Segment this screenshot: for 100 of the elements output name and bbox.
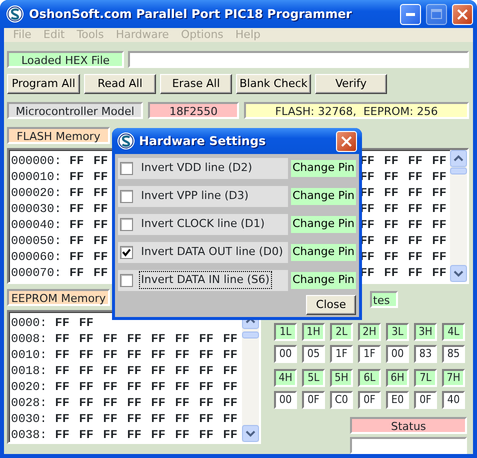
config-label: 6H [386, 369, 409, 387]
maximize-button[interactable] [426, 4, 447, 24]
memory-byte: FF [383, 201, 400, 217]
memory-address: 0028: [11, 395, 48, 411]
memory-address: 000030: [11, 201, 62, 217]
config-label: 2L [330, 323, 353, 341]
memory-size-text: FLASH: 32768, EEPROM: 256 [244, 102, 469, 119]
memory-byte: FF [78, 363, 94, 379]
change-pin-button[interactable]: Change Pin [291, 188, 356, 204]
memory-byte: FF [68, 201, 85, 217]
memory-byte: FF [150, 395, 166, 411]
memory-byte: FF [92, 217, 109, 233]
memory-byte: FF [174, 379, 190, 395]
memory-address: 000040: [11, 217, 62, 233]
section-label: FLASH Memory [7, 127, 110, 144]
config-value: 1F [330, 345, 353, 363]
memory-byte: FF [92, 169, 109, 185]
scrollbar[interactable] [450, 150, 467, 282]
change-pin-button[interactable]: Change Pin [291, 244, 356, 260]
close-icon [457, 8, 468, 20]
memory-byte: FF [150, 379, 166, 395]
memory-byte: FF [222, 427, 238, 443]
memory-byte: FF [407, 233, 424, 249]
memory-byte: FF [102, 427, 118, 443]
memory-byte: FF [102, 395, 118, 411]
config-label: 6L [358, 369, 381, 387]
memory-byte: FF [383, 233, 400, 249]
memory-byte: FF [150, 331, 166, 347]
config-value: 0F [414, 391, 437, 409]
memory-byte: FF [126, 347, 142, 363]
close-dialog-button[interactable]: Close [306, 295, 356, 315]
config-label: 5L [302, 369, 325, 387]
memory-byte: FF [383, 153, 400, 169]
close-icon [341, 136, 352, 146]
checkbox[interactable] [120, 162, 133, 174]
memory-byte: FF [78, 427, 94, 443]
memory-byte: FF [126, 379, 142, 395]
memory-byte: FF [222, 395, 238, 411]
memory-byte: FF [68, 265, 85, 281]
change-pin-button[interactable]: Change Pin [291, 272, 356, 288]
close-button[interactable] [336, 130, 357, 152]
memory-byte: FF [68, 169, 85, 185]
memory-byte: FF [431, 169, 448, 185]
config-label: 4H [274, 369, 297, 387]
memory-byte: FF [68, 217, 85, 233]
memory-byte: FF [126, 395, 142, 411]
memory-byte: FF [54, 347, 70, 363]
memory-byte: FF [126, 427, 142, 443]
memory-byte: FF [198, 395, 214, 411]
close-button[interactable] [452, 4, 473, 24]
memory-byte: FF [174, 395, 190, 411]
checkbox[interactable] [120, 190, 133, 202]
dialog-title: Hardware Settings [139, 133, 266, 150]
memory-byte: FF [92, 153, 109, 169]
memory-address: 0010: [11, 347, 48, 363]
memory-byte: FF [78, 395, 94, 411]
memory-byte: FF [126, 331, 142, 347]
memory-byte: FF [54, 363, 70, 379]
toolbar-button[interactable]: Erase All [160, 74, 232, 94]
memory-byte: FF [68, 153, 85, 169]
checkbox[interactable] [120, 246, 133, 258]
model-label: Microcontroller Model [7, 102, 143, 119]
checkbox[interactable] [120, 274, 133, 286]
memory-byte: FF [78, 379, 94, 395]
memory-byte: FF [102, 379, 118, 395]
checkbox[interactable] [120, 218, 133, 230]
change-pin-button[interactable]: Change Pin [291, 160, 356, 176]
toolbar-button[interactable]: Program All [7, 74, 80, 94]
minimize-icon [406, 12, 415, 16]
memory-byte: FF [126, 363, 142, 379]
memory-byte: FF [174, 363, 190, 379]
toolbar-button[interactable]: Verify [315, 74, 387, 94]
window-title: OshonSoft.com Parallel Port PIC18 Programmer [29, 6, 352, 23]
memory-byte: FF [174, 427, 190, 443]
checkbox-label[interactable]: Invert DATA IN line (S6) [139, 270, 272, 290]
hex-file-field[interactable] [128, 51, 469, 68]
memory-byte: FF [431, 265, 448, 281]
memory-byte: FF [92, 185, 109, 201]
memory-byte: FF [54, 427, 70, 443]
config-label: 3H [414, 323, 437, 341]
memory-byte: FF [150, 427, 166, 443]
memory-address: 0020: [11, 379, 48, 395]
model-value: 18F2550 [148, 102, 239, 119]
memory-byte: FF [92, 265, 109, 281]
memory-address: 000020: [11, 185, 62, 201]
change-pin-button[interactable]: Change Pin [291, 216, 356, 232]
memory-byte: FF [431, 153, 448, 169]
memory-byte: FF [68, 249, 85, 265]
toolbar-button[interactable]: Blank Check [236, 74, 311, 94]
toolbar-button[interactable]: Read All [84, 74, 156, 94]
memory-byte: FF [431, 233, 448, 249]
memory-byte: FF [54, 379, 70, 395]
memory-byte: FF [198, 363, 214, 379]
memory-byte: FF [431, 201, 448, 217]
memory-byte: FF [383, 217, 400, 233]
minimize-button[interactable] [400, 4, 421, 24]
memory-byte: FF [383, 265, 400, 281]
memory-byte: FF [222, 363, 238, 379]
memory-byte: FF [174, 411, 190, 427]
logo-icon [6, 5, 24, 23]
